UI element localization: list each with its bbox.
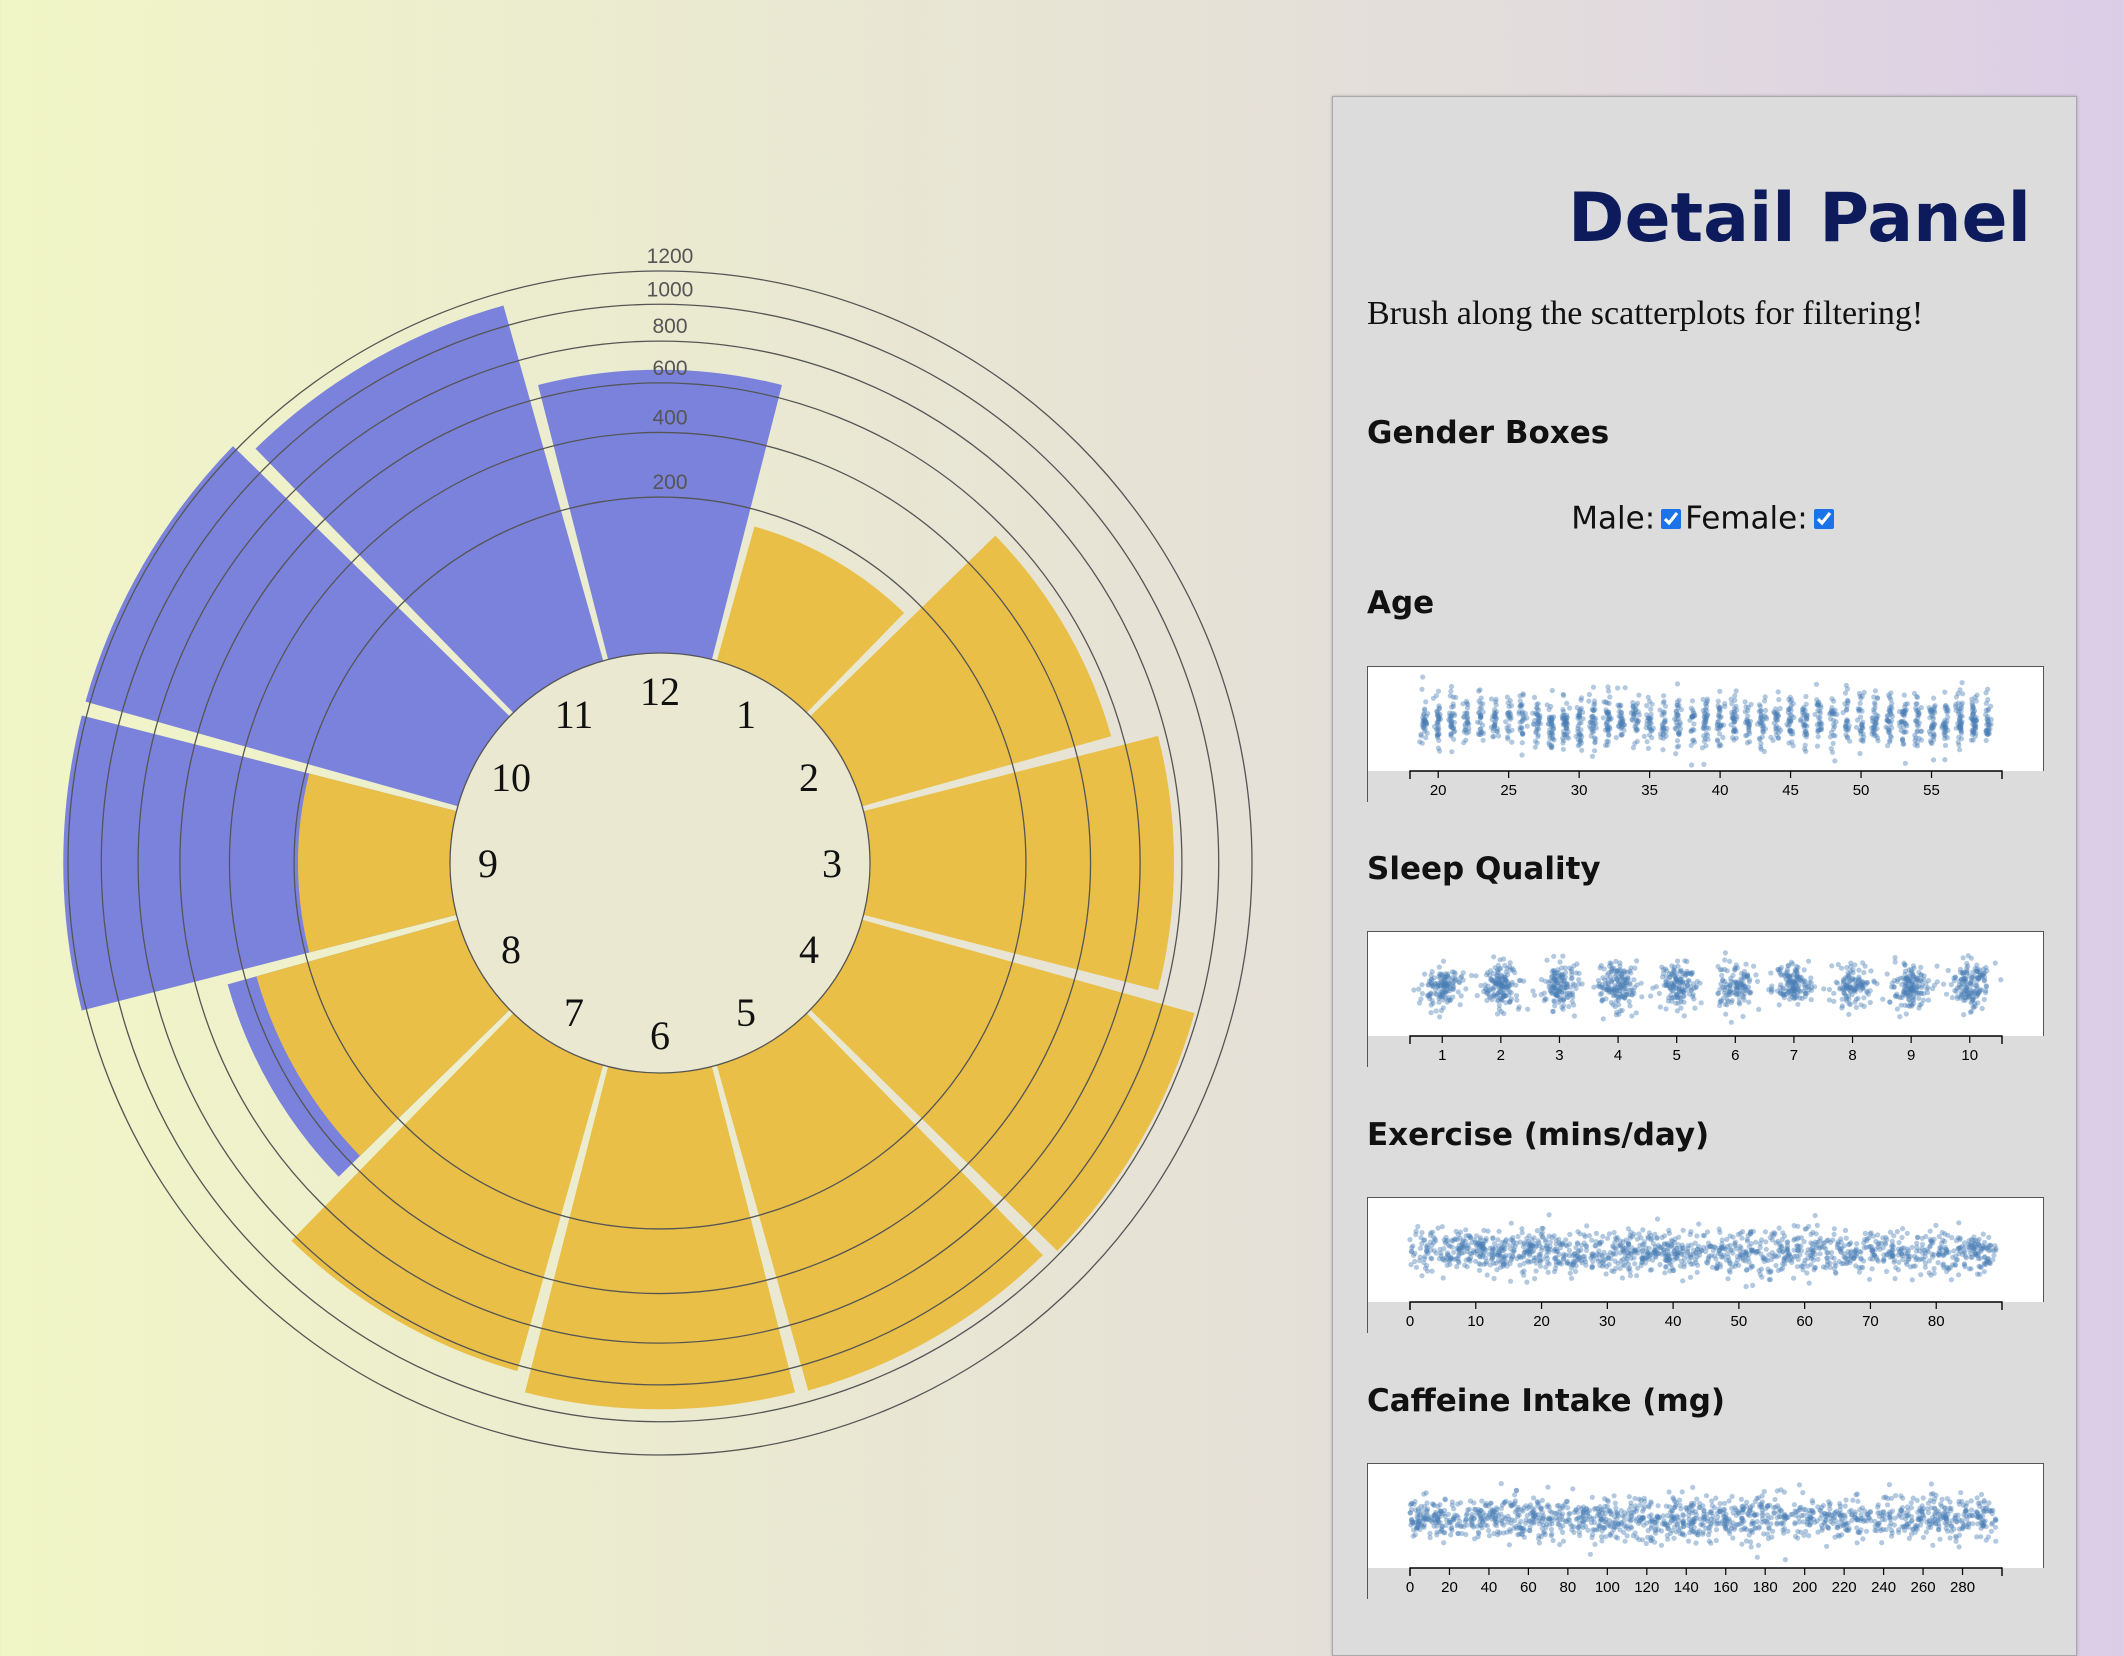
panel-instructions: Brush along the scatterplots for filteri… [1367,295,1923,333]
age-scatterplot-svg[interactable]: 20 25 30 35 40 45 50 55 [1368,667,2045,803]
clock-hour-label-12: 12 [640,669,680,714]
clock-hour-label-4: 4 [799,927,819,972]
radial-bar-chart: 20040060080010001200 121234567891011 [0,0,1300,1500]
caffeine-scatterplot[interactable]: 0 20 40 60 80 100 120 140 160 180 200 220 240 260 280 [1367,1463,2044,1599]
radial-tick-label-1200: 1200 [647,245,694,268]
caffeine-section-title: Caffeine Intake (mg) [1367,1383,1725,1419]
detail-panel: Detail Panel Brush along the scatterplot… [1332,96,2077,1656]
age-section-title: Age [1367,585,1434,621]
scatter-points [1417,674,1994,767]
scatter-tick-label: 0 [1406,1579,1414,1596]
scatter-tick-label: 120 [1634,1579,1659,1596]
clock-face-circle [450,653,870,1073]
male-checkbox[interactable] [1661,509,1681,529]
scatter-tick-label: 50 [1731,1313,1748,1330]
scatter-tick-label: 1 [1438,1047,1446,1064]
scatter-tick-label: 70 [1862,1313,1879,1330]
scatter-points [1411,950,2003,1025]
clock-hour-label-10: 10 [491,755,531,800]
exercise-scatterplot-svg[interactable]: 0 10 20 30 40 50 60 70 80 [1368,1198,2045,1334]
scatter-tick-label: 20 [1441,1579,1458,1596]
scatter-tick-label: 220 [1832,1579,1857,1596]
clock-hour-label-9: 9 [478,841,498,886]
scatter-tick-label: 40 [1712,782,1729,799]
panel-title: Detail Panel [1333,185,2076,253]
scatter-tick-label: 240 [1871,1579,1896,1596]
scatter-tick-label: 80 [1928,1313,1945,1330]
clock-hour-label-5: 5 [736,990,756,1035]
gender-filter-row: Male: Female: [1333,499,2076,537]
radial-overlay-bar-hour-9[interactable] [298,774,457,953]
female-checkbox[interactable] [1814,509,1834,529]
exercise-scatterplot[interactable]: 0 10 20 30 40 50 60 70 80 [1367,1197,2044,1333]
radial-tick-label-600: 600 [652,357,687,380]
scatter-tick-label: 20 [1430,782,1447,799]
caffeine-scatterplot-svg[interactable]: 0 20 40 60 80 100 120 140 160 180 200 220 240 260 280 [1368,1464,2045,1600]
scatter-points [1408,1481,1999,1562]
clock-hour-label-3: 3 [822,841,842,886]
scatter-tick-label: 100 [1595,1579,1620,1596]
scatter-tick-label: 30 [1599,1313,1616,1330]
scatter-tick-label: 80 [1560,1579,1577,1596]
scatter-tick-label: 40 [1481,1579,1498,1596]
scatter-axis-band [1368,771,2045,803]
scatter-axis-band [1368,1036,2045,1068]
scatter-tick-label: 60 [1520,1579,1537,1596]
scatter-tick-label: 8 [1848,1047,1856,1064]
exercise-section-title: Exercise (mins/day) [1367,1117,1709,1153]
clock-hour-label-7: 7 [564,990,584,1035]
clock-face-group: 121234567891011 [450,653,870,1073]
scatter-tick-label: 160 [1713,1579,1738,1596]
radial-tick-label-1000: 1000 [647,278,694,301]
scatter-tick-label: 50 [1853,782,1870,799]
clock-hour-label-6: 6 [650,1013,670,1058]
scatter-axis-band [1368,1568,2045,1600]
scatter-points [1407,1212,1998,1289]
scatter-tick-label: 20 [1533,1313,1550,1330]
scatter-tick-label: 55 [1923,782,1940,799]
radial-tick-label-200: 200 [652,471,687,494]
clock-hour-label-8: 8 [501,927,521,972]
gender-section-title: Gender Boxes [1367,415,1609,451]
scatter-tick-label: 9 [1907,1047,1915,1064]
scatter-tick-label: 5 [1673,1047,1681,1064]
scatter-tick-label: 200 [1792,1579,1817,1596]
scatter-tick-label: 140 [1674,1579,1699,1596]
male-label: Male: [1571,501,1655,537]
female-label: Female: [1685,501,1808,537]
sleep-quality-scatterplot-svg[interactable]: 1 2 3 4 5 6 7 8 9 10 [1368,932,2045,1068]
scatter-tick-label: 35 [1641,782,1658,799]
scatter-tick-label: 4 [1614,1047,1622,1064]
radial-tick-label-400: 400 [652,406,687,429]
clock-hour-label-1: 1 [736,692,756,737]
clock-hour-label-2: 2 [799,755,819,800]
radial-tick-label-800: 800 [652,315,687,338]
scatter-tick-label: 3 [1555,1047,1563,1064]
scatter-tick-label: 7 [1790,1047,1798,1064]
scatter-tick-label: 30 [1571,782,1588,799]
scatter-tick-label: 2 [1497,1047,1505,1064]
scatter-tick-label: 280 [1950,1579,1975,1596]
scatter-tick-label: 25 [1500,782,1517,799]
sleep-section-title: Sleep Quality [1367,851,1601,887]
scatter-tick-label: 40 [1665,1313,1682,1330]
scatter-tick-label: 60 [1796,1313,1813,1330]
scatter-tick-label: 45 [1782,782,1799,799]
scatter-tick-label: 10 [1467,1313,1484,1330]
scatter-tick-label: 10 [1961,1047,1978,1064]
sleep-quality-scatterplot[interactable]: 1 2 3 4 5 6 7 8 9 10 [1367,931,2044,1067]
scatter-tick-label: 180 [1753,1579,1778,1596]
clock-hour-label-11: 11 [555,692,594,737]
scatter-tick-label: 6 [1731,1047,1739,1064]
scatter-tick-label: 260 [1911,1579,1936,1596]
age-scatterplot[interactable]: 20 25 30 35 40 45 50 55 [1367,666,2044,802]
scatter-tick-label: 0 [1406,1313,1414,1330]
